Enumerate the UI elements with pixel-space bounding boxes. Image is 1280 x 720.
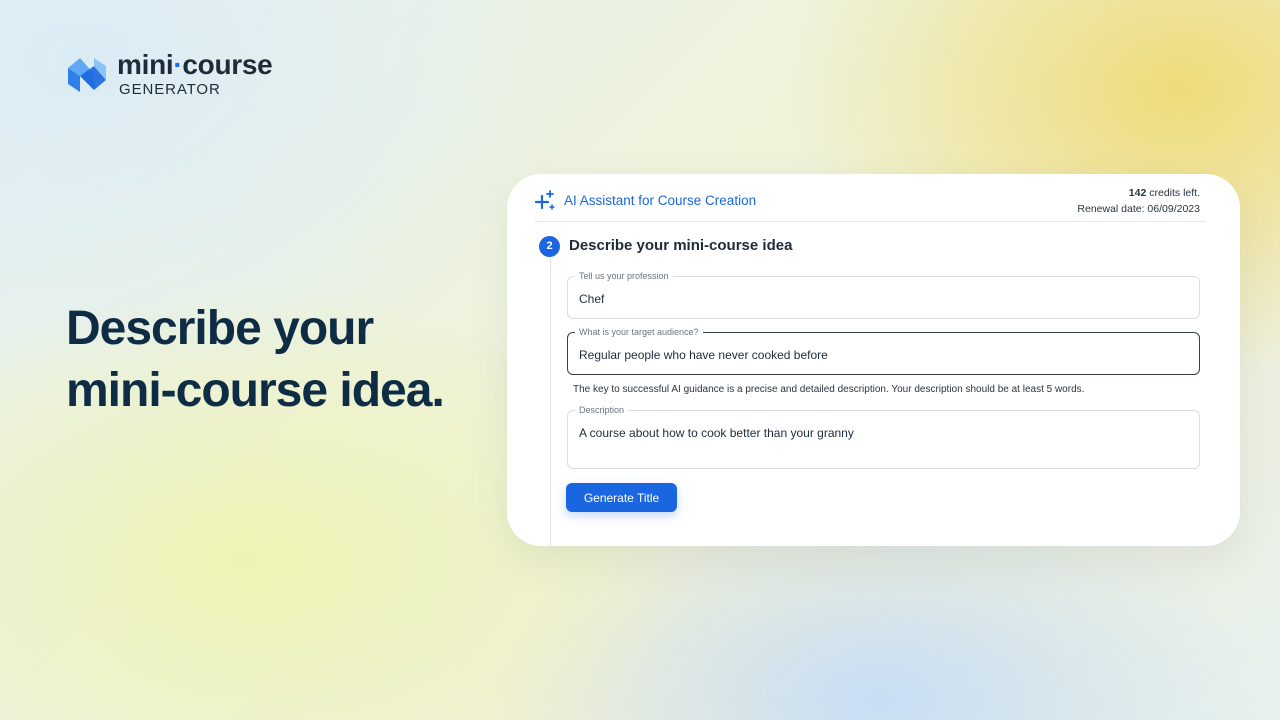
target-audience-label: What is your target audience?: [575, 326, 703, 338]
description-value: A course about how to cook better than y…: [579, 426, 854, 440]
assistant-title: AI Assistant for Course Creation: [564, 193, 757, 208]
step-connector-line: [550, 258, 551, 546]
brand-subtitle: GENERATOR: [119, 81, 221, 98]
renewal-date: Renewal date: 06/09/2023: [1077, 203, 1200, 215]
page-headline: Describe your mini-course idea.: [66, 298, 445, 422]
step-number-badge: 2: [539, 236, 560, 257]
card-header: AI Assistant for Course Creation 142 cre…: [535, 185, 1206, 222]
credits-info: 142 credits left. Renewal date: 06/09/20…: [1077, 185, 1200, 217]
profession-field[interactable]: Tell us your profession Chef: [567, 270, 1200, 319]
brand-name: mini·course: [117, 49, 273, 80]
ai-assistant-card: AI Assistant for Course Creation 142 cre…: [507, 174, 1240, 546]
description-label: Description: [575, 404, 629, 416]
profession-label: Tell us your profession: [575, 270, 673, 282]
target-audience-field[interactable]: What is your target audience? Regular pe…: [567, 326, 1200, 375]
brand-logo: mini·course GENERATOR: [66, 49, 273, 98]
generate-title-button[interactable]: Generate Title: [566, 483, 677, 512]
logo-mark-icon: [68, 58, 106, 92]
profession-value: Chef: [579, 292, 605, 306]
headline-line-1: Describe your: [66, 302, 374, 355]
credits-left: 142 credits left.: [1128, 187, 1200, 199]
step-title: Describe your mini-course idea: [569, 237, 793, 254]
sparkle-icon: [535, 190, 555, 210]
description-hint: The key to successful AI guidance is a p…: [573, 384, 1085, 395]
headline-line-2: mini-course idea.: [66, 364, 445, 417]
target-audience-value: Regular people who have never cooked bef…: [579, 348, 828, 362]
description-field[interactable]: Description A course about how to cook b…: [567, 404, 1200, 469]
